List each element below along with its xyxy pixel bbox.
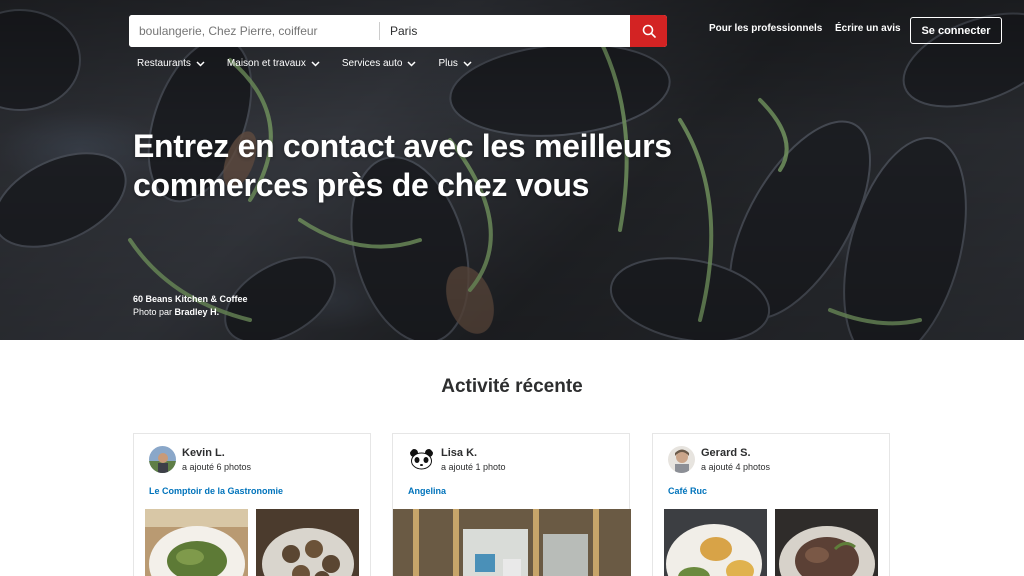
chevron-down-icon (311, 60, 320, 67)
user-action: a ajouté 1 photo (441, 462, 506, 472)
user-photo-icon (149, 446, 176, 473)
search-button[interactable] (630, 15, 667, 47)
search-find-input[interactable] (129, 15, 379, 47)
hero-headline-line1: Entrez en contact avec les meilleurs (133, 128, 672, 164)
business-link[interactable]: Café Ruc (668, 486, 707, 496)
chevron-down-icon (407, 60, 416, 67)
activity-photo[interactable] (664, 509, 767, 576)
activity-photo[interactable] (775, 509, 878, 576)
photo-credit: 60 Beans Kitchen & Coffee Photo par Brad… (133, 293, 248, 319)
avatar[interactable] (668, 446, 695, 473)
business-link[interactable]: Angelina (408, 486, 446, 496)
hero-headline: Entrez en contact avec les meilleurs com… (133, 127, 773, 205)
storefront-photo (393, 509, 631, 576)
category-label: Restaurants (137, 58, 191, 69)
activity-card: Lisa K. a ajouté 1 photo Angelina (392, 433, 631, 576)
category-label: Plus (438, 58, 458, 69)
panda-avatar-icon (408, 446, 435, 473)
user-photo-icon (668, 446, 695, 473)
search-icon (642, 24, 656, 38)
activity-photo[interactable] (145, 509, 248, 576)
user-name[interactable]: Gerard S. (701, 447, 751, 459)
hero-banner: Pour les professionnels Écrire un avis S… (0, 0, 1024, 340)
activity-photo[interactable] (393, 509, 631, 576)
category-more[interactable]: Plus (438, 58, 472, 69)
food-photo (664, 509, 767, 576)
business-link[interactable]: Le Comptoir de la Gastronomie (149, 486, 283, 496)
category-home-services[interactable]: Maison et travaux (227, 58, 320, 69)
search-bar (129, 15, 667, 47)
user-name[interactable]: Kevin L. (182, 447, 225, 459)
user-name[interactable]: Lisa K. (441, 447, 477, 459)
chevron-down-icon (196, 60, 205, 67)
photo-credit-prefix: Photo par (133, 307, 173, 317)
food-photo (256, 509, 359, 576)
write-review-link[interactable]: Écrire un avis (835, 23, 901, 34)
activity-card: Kevin L. a ajouté 6 photos Le Comptoir d… (133, 433, 371, 576)
avatar[interactable] (408, 446, 435, 473)
photo-credit-business[interactable]: 60 Beans Kitchen & Coffee (133, 293, 248, 306)
recent-activity-title: Activité récente (441, 376, 583, 397)
category-auto-services[interactable]: Services auto (342, 58, 417, 69)
category-label: Services auto (341, 58, 403, 69)
activity-photo[interactable] (256, 509, 359, 576)
category-restaurants[interactable]: Restaurants (137, 58, 205, 69)
for-business-link[interactable]: Pour les professionnels (709, 23, 822, 34)
photo-credit-author[interactable]: Bradley H. (175, 307, 220, 317)
user-action: a ajouté 4 photos (701, 462, 771, 472)
login-button[interactable]: Se connecter (910, 17, 1002, 44)
user-action: a ajouté 6 photos (182, 462, 252, 472)
chevron-down-icon (463, 60, 472, 67)
food-photo (145, 509, 248, 576)
category-label: Maison et travaux (226, 58, 306, 69)
hero-headline-line2: commerces près de chez vous (133, 167, 590, 203)
search-location-input[interactable] (380, 15, 630, 47)
category-nav: Restaurants Maison et travaux Services a… (137, 58, 472, 69)
food-photo (775, 509, 878, 576)
activity-card: Gerard S. a ajouté 4 photos Café Ruc (652, 433, 890, 576)
avatar[interactable] (149, 446, 176, 473)
